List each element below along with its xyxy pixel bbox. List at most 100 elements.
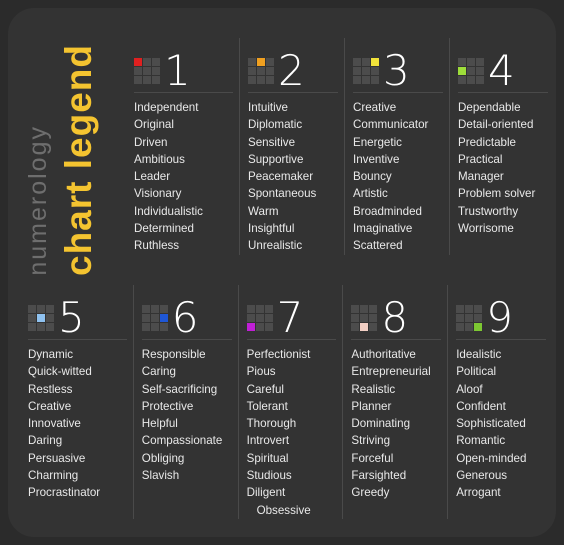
list-item: Problem solver	[458, 187, 536, 201]
number-column-3[interactable]: 3 Creative Communicator Energetic Inventive B…	[344, 38, 449, 255]
list-item: Intuitive	[248, 101, 288, 114]
list-item: Energetic	[353, 135, 402, 149]
list-item: Diplomatic	[248, 118, 303, 132]
grid-cell	[353, 76, 361, 84]
grid-cell	[467, 67, 475, 75]
numerology-legend-card: numerology chart legend 1 Independent Orig…	[8, 8, 556, 537]
grid-cell	[264, 305, 273, 313]
list-item: Romantic	[456, 434, 506, 448]
list-item: Scattered	[353, 239, 403, 253]
list-item: Farsighted	[351, 469, 407, 483]
grid-cell	[152, 76, 160, 84]
list-item: Driven	[134, 135, 168, 149]
number-column-8[interactable]: 8 Authoritative Entrepreneurial Realistic Pl…	[342, 285, 447, 519]
grid-cell	[371, 76, 379, 84]
number-numeral: 8	[381, 292, 409, 342]
grid-cell	[360, 323, 369, 331]
number-numeral: 5	[58, 292, 85, 342]
list-item: Pious	[246, 365, 276, 379]
grid-cell	[246, 323, 255, 331]
list-item: Confident	[456, 399, 506, 413]
list-item: Broadminded	[353, 204, 422, 218]
grid-cell	[143, 58, 151, 66]
trait-list-2: Intuitive Diplomatic Sensitive Supportive Pe…	[248, 99, 338, 255]
grid-icon-8	[351, 305, 378, 331]
grid-cell	[465, 305, 474, 313]
list-item: Realistic	[351, 382, 396, 396]
list-item: Innovative	[28, 417, 81, 431]
grid-cell	[264, 314, 273, 322]
grid-cell	[248, 76, 256, 84]
grid-icon-4	[458, 58, 484, 84]
list-item: Greedy	[351, 486, 390, 500]
legend-row-bottom: 5 Dynamic Quick-witted Restless Creative Inno…	[28, 285, 552, 519]
grid-icon-2	[248, 58, 274, 84]
grid-cell	[474, 305, 483, 313]
list-item: Slavish	[141, 469, 180, 483]
number-column-2[interactable]: 2 Intuitive Diplomatic Sensitive Supportive P…	[239, 38, 344, 255]
page-title-numerology: numerology	[24, 125, 52, 276]
grid-cell	[362, 76, 370, 84]
grid-cell	[465, 314, 474, 322]
list-item: Open-minded	[456, 451, 527, 465]
grid-cell	[28, 305, 36, 313]
list-item: Helpful	[141, 417, 178, 431]
number-column-7[interactable]: 7 Perfectionist Pious Careful Tolerant Thorou…	[237, 285, 343, 519]
list-item: Thorough	[246, 417, 297, 431]
list-item: Determined	[134, 222, 194, 236]
list-item: Studious	[246, 469, 292, 483]
number-column-6[interactable]: 6 Responsible Caring Self-sacrificing Protec…	[132, 285, 238, 519]
trait-list-1: Independent Original Driven Ambitious Leader…	[134, 99, 233, 255]
trait-list-4: Dependable Detail-oriented Predictable Prac…	[458, 99, 548, 237]
grid-icon-1	[134, 58, 160, 84]
grid-icon-9	[456, 305, 483, 331]
number-header-7: 7	[246, 285, 337, 342]
grid-cell	[134, 67, 142, 75]
grid-cell	[264, 323, 273, 331]
list-item: Sensitive	[248, 135, 296, 149]
number-numeral: 7	[276, 292, 304, 342]
list-item: Quick-witted	[28, 365, 92, 379]
grid-cell	[371, 67, 379, 75]
trait-list-9: Idealistic Political Aloof Confident Sophist…	[456, 346, 546, 502]
grid-cell	[467, 76, 475, 84]
list-item: Generous	[456, 469, 508, 483]
grid-cell	[143, 76, 151, 84]
grid-cell	[360, 314, 369, 322]
grid-cell	[458, 67, 466, 75]
grid-cell	[474, 323, 483, 331]
grid-cell	[362, 67, 370, 75]
grid-cell	[159, 305, 168, 313]
page-title-chart-legend: chart legend	[58, 44, 99, 276]
number-column-1[interactable]: 1 Independent Original Driven Ambitious Leade…	[134, 38, 239, 255]
grid-cell	[248, 58, 256, 66]
grid-cell	[351, 314, 360, 322]
list-item: Imaginative	[353, 222, 413, 236]
list-item: Dominating	[351, 417, 411, 431]
list-item: Forceful	[351, 451, 394, 465]
number-column-9[interactable]: 9 Idealistic Political Aloof Confident Sophis…	[447, 285, 552, 519]
number-column-5[interactable]: 5 Dynamic Quick-witted Restless Creative Inno…	[28, 285, 133, 519]
grid-cell	[150, 323, 159, 331]
grid-cell	[369, 305, 378, 313]
grid-cell	[266, 67, 274, 75]
list-item: Manager	[458, 170, 504, 184]
list-item: Obsessive	[256, 503, 311, 517]
grid-cell	[476, 58, 484, 66]
grid-icon-6	[141, 305, 168, 331]
list-item: Political	[456, 365, 497, 379]
list-item: Independent	[134, 101, 199, 114]
list-item: Caring	[141, 365, 176, 379]
title-block: numerology chart legend	[8, 22, 126, 284]
number-column-4[interactable]: 4 Dependable Detail-oriented Predictable Pra…	[449, 38, 554, 255]
list-item: Obliging	[141, 451, 185, 465]
grid-cell	[257, 58, 265, 66]
number-numeral: 9	[486, 292, 513, 342]
grid-cell	[353, 67, 361, 75]
grid-cell	[351, 305, 360, 313]
list-item: Individualistic	[134, 204, 203, 218]
trait-list-7: Perfectionist Pious Careful Tolerant Thoroug…	[247, 346, 337, 519]
list-item: Striving	[351, 434, 391, 448]
grid-cell	[458, 76, 466, 84]
grid-cell	[255, 305, 264, 313]
